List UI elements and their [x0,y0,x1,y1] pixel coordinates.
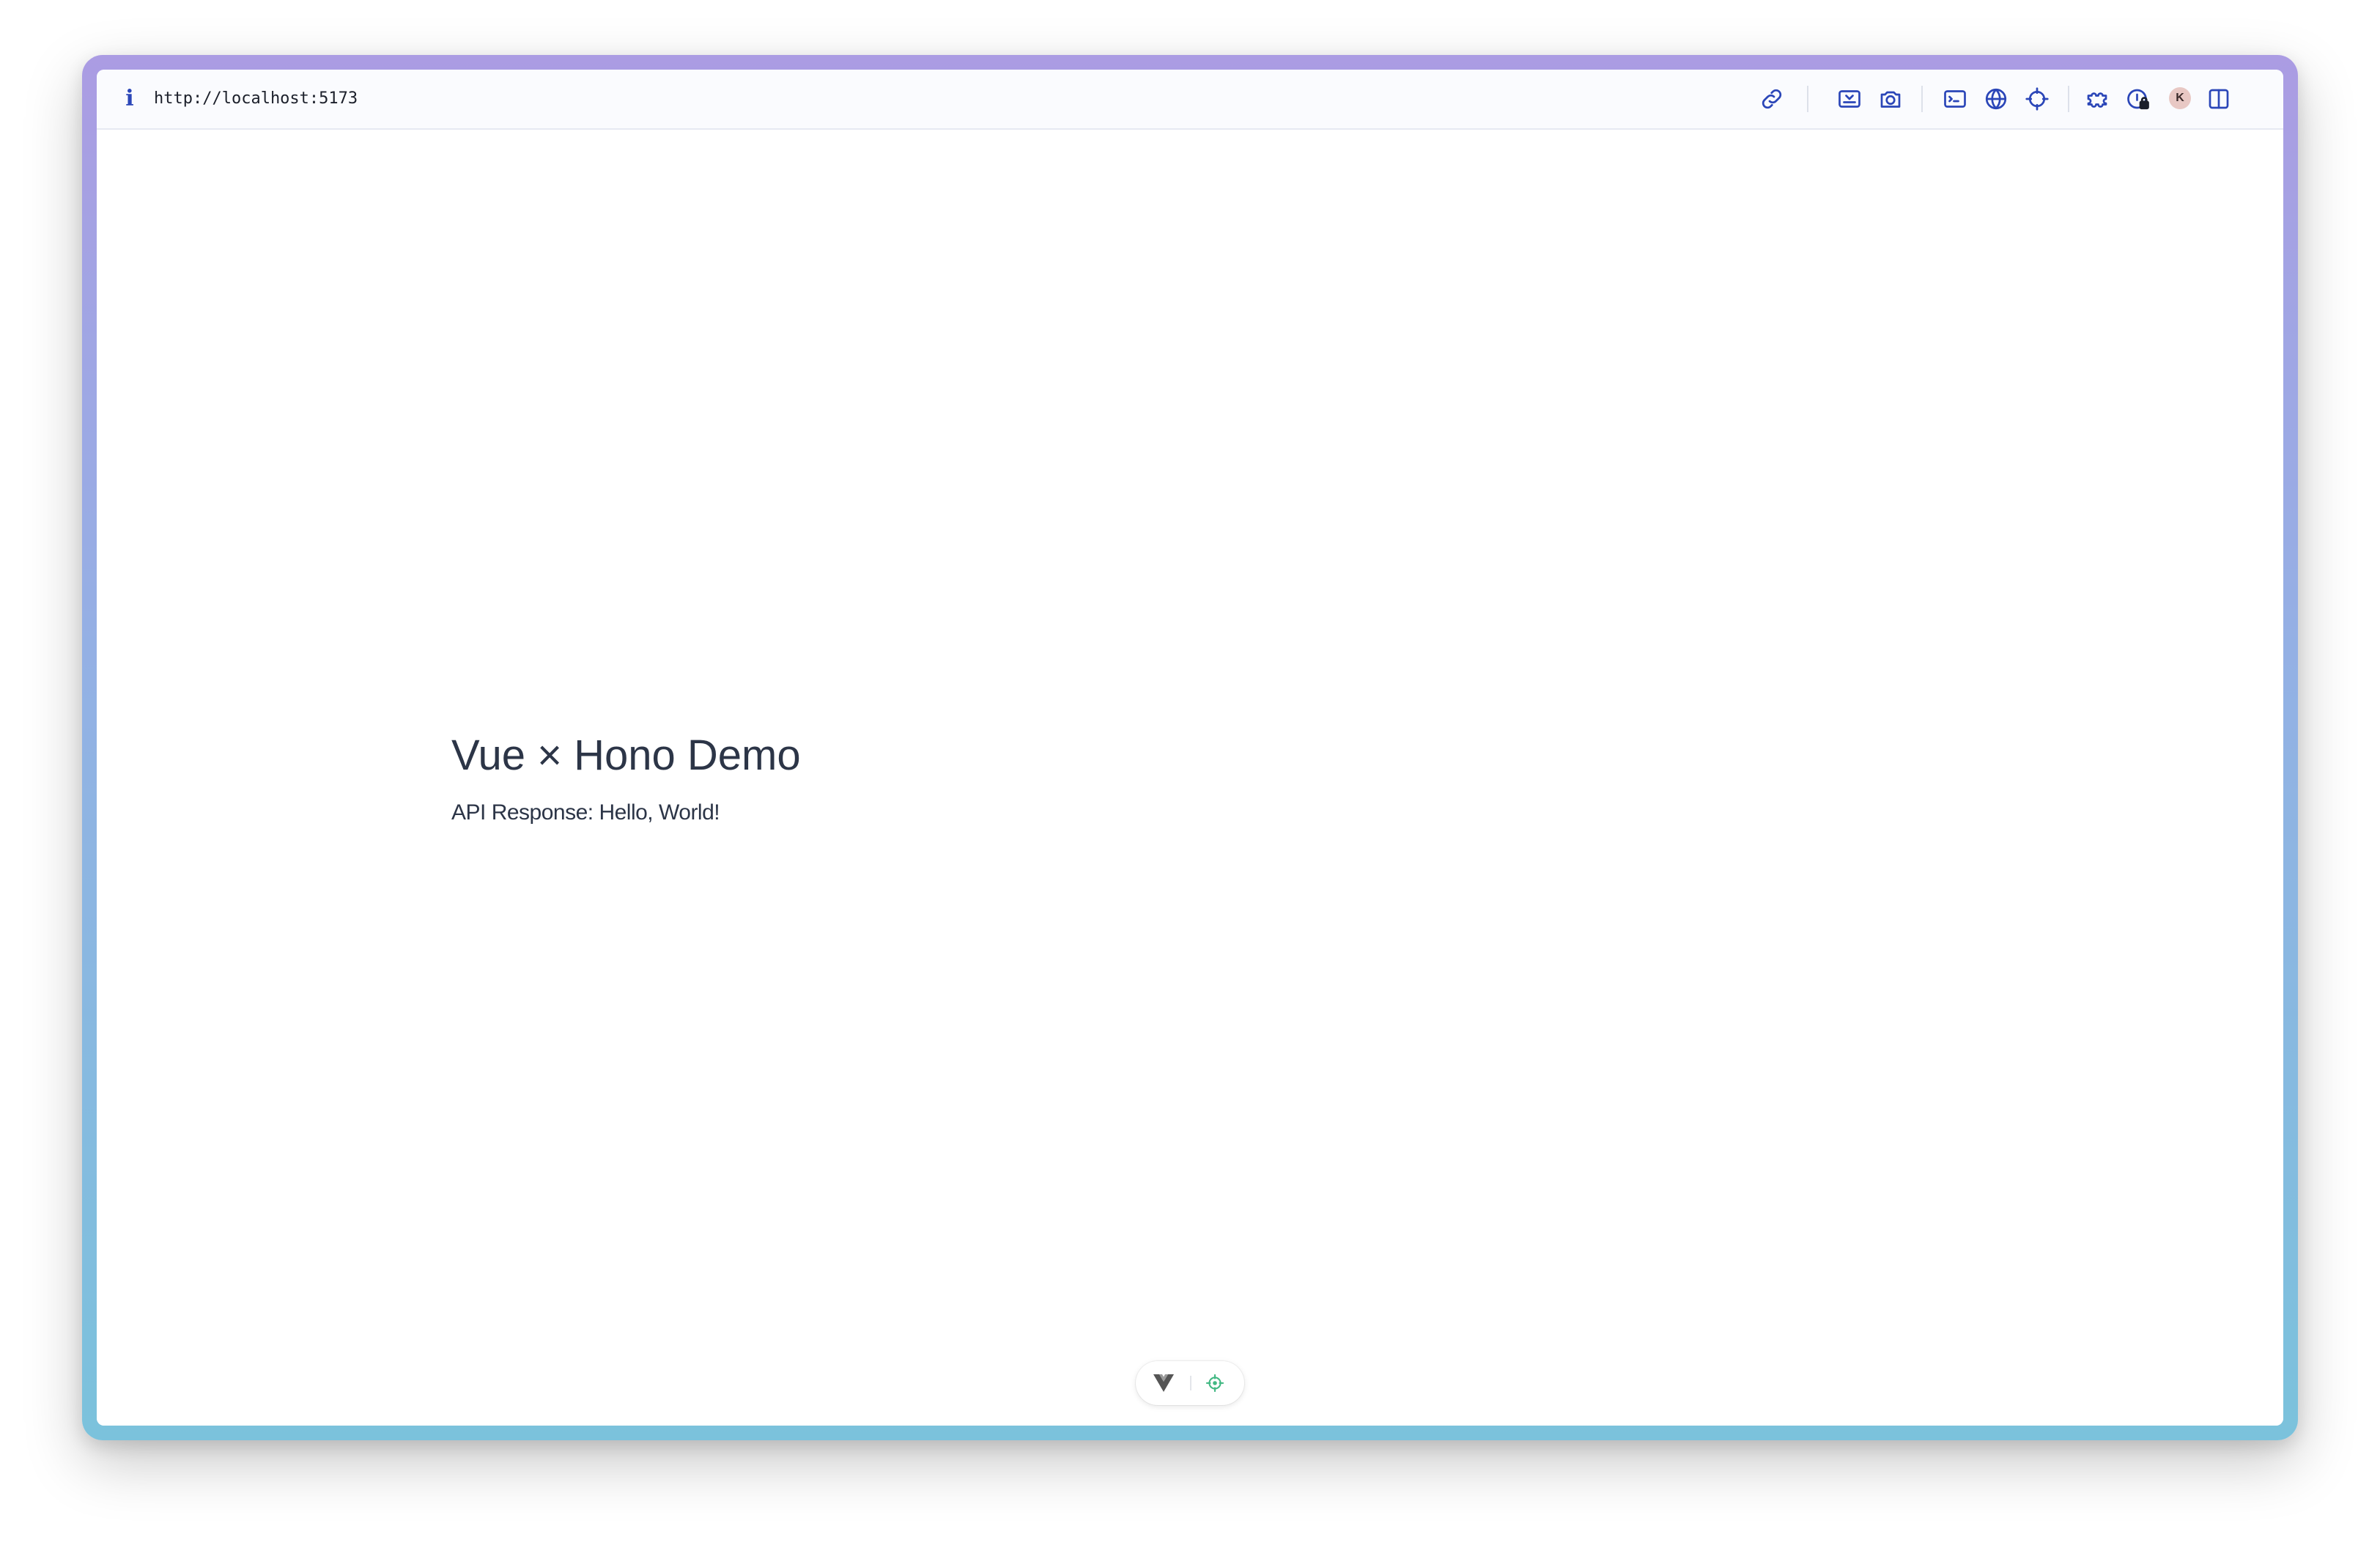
page-title: Vue × Hono Demo [451,731,801,779]
avatar[interactable]: K [2169,87,2191,109]
browser-toolbar: i http://localhost:5173 K [97,70,2283,130]
globe-icon[interactable] [1983,86,2009,112]
screenshot-area-icon[interactable] [1836,86,1863,112]
browser-window: i http://localhost:5173 K Vue × Hono Dem… [97,70,2283,1426]
link-icon[interactable] [1759,86,1785,112]
address-bar[interactable]: http://localhost:5173 [154,86,358,112]
info-icon[interactable]: i [119,83,141,115]
toolbar-separator [2068,86,2069,112]
page-content: Vue × Hono Demo API Response: Hello, Wor… [97,130,2283,1426]
terminal-icon[interactable] [1942,86,1968,112]
devtools-separator [1190,1376,1191,1390]
vue-logo-icon[interactable] [1152,1373,1175,1393]
camera-icon[interactable] [1877,86,1904,112]
split-view-icon[interactable] [2206,86,2232,112]
toolbar-separator [1921,86,1923,112]
extension-icon[interactable] [2084,86,2110,112]
password-lock-icon[interactable] [2125,86,2151,112]
toolbar-separator [1807,86,1808,112]
inspector-target-icon[interactable] [1205,1373,1225,1393]
api-response-text: API Response: Hello, World! [451,800,720,825]
browser-window-frame: i http://localhost:5173 K Vue × Hono Dem… [82,55,2298,1440]
crosshair-icon[interactable] [2024,86,2050,112]
vue-devtools-pill[interactable] [1136,1361,1244,1405]
